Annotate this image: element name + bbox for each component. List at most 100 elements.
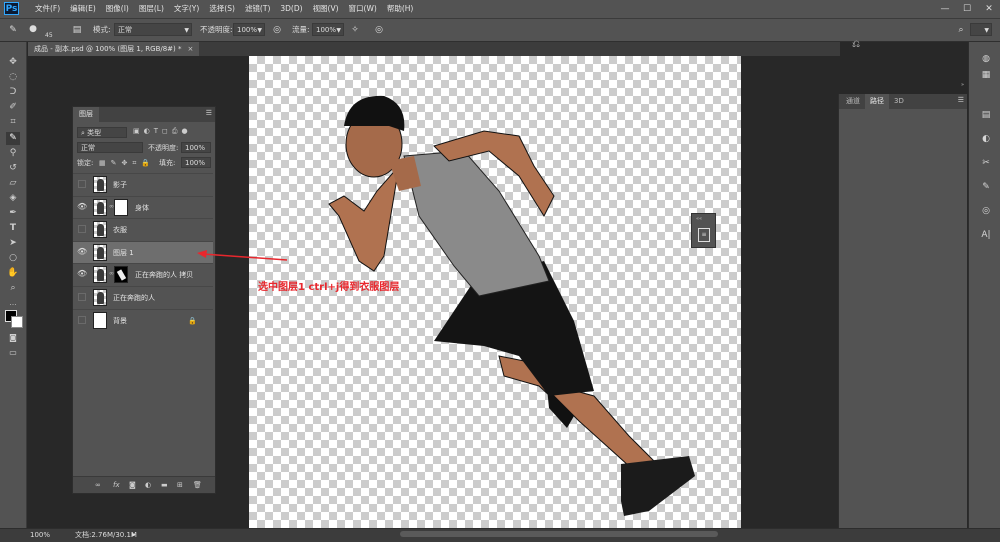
shape-filter-icon[interactable]: ◻ bbox=[162, 127, 168, 138]
blend-mode-select[interactable]: 正常 bbox=[77, 142, 143, 153]
lock-all-icon[interactable]: 🔒 bbox=[141, 157, 150, 169]
type-tool-icon[interactable]: T bbox=[6, 222, 20, 235]
document-info[interactable]: 文档:2.76M/30.1M bbox=[75, 529, 137, 542]
panel-menu-icon[interactable]: ☰ bbox=[206, 109, 212, 117]
menu-item[interactable]: 帮助(H) bbox=[382, 0, 419, 18]
right-panel-tab[interactable]: 通道 bbox=[841, 94, 865, 109]
menu-item[interactable]: 选择(S) bbox=[204, 0, 240, 18]
move-tool-icon[interactable]: ✥ bbox=[6, 56, 20, 69]
character-icon[interactable]: A| bbox=[979, 228, 993, 242]
brush-panel-icon[interactable]: ▤ bbox=[70, 23, 84, 37]
visibility-toggle[interactable] bbox=[78, 225, 86, 234]
horizontal-scrollbar[interactable] bbox=[400, 531, 718, 537]
crop-tool-icon[interactable]: ⌗ bbox=[6, 116, 20, 129]
lock-position-icon[interactable]: ✥ bbox=[122, 157, 128, 169]
background-color-swatch[interactable] bbox=[11, 316, 23, 328]
paint-bucket-tool-icon[interactable]: ◈ bbox=[6, 192, 20, 205]
menu-item[interactable]: 窗口(W) bbox=[344, 0, 382, 18]
clone-source-icon[interactable]: ◎ bbox=[979, 204, 993, 218]
panel-menu-icon[interactable]: ☰ bbox=[958, 96, 964, 104]
layer-mask-thumbnail[interactable] bbox=[114, 266, 128, 284]
menu-item[interactable]: 文件(F) bbox=[30, 0, 65, 18]
zoom-tool-icon[interactable]: ⌕ bbox=[6, 282, 20, 295]
stamp-tool-icon[interactable]: ⚲ bbox=[6, 147, 20, 160]
visibility-toggle[interactable] bbox=[78, 315, 86, 324]
visibility-toggle[interactable] bbox=[78, 180, 86, 188]
layer-mask-thumbnail[interactable] bbox=[114, 198, 128, 216]
maximize-button[interactable]: ☐ bbox=[956, 0, 978, 18]
document-tab[interactable]: 成品 - 副本.psd @ 100% (图层 1, RGB/8#) * × bbox=[28, 42, 200, 56]
folder-icon[interactable]: ▬ bbox=[161, 477, 168, 493]
swatches-icon[interactable]: ▦ bbox=[979, 68, 993, 82]
brushes-icon[interactable]: ✎ bbox=[979, 180, 993, 194]
adjustments-icon[interactable]: ◐ bbox=[979, 132, 993, 146]
menu-item[interactable]: 图层(L) bbox=[134, 0, 169, 18]
airbrush-icon[interactable]: ✧ bbox=[348, 23, 362, 37]
menu-item[interactable]: 3D(D) bbox=[275, 0, 307, 18]
libraries-icon[interactable]: ▤ bbox=[979, 108, 993, 122]
pressure-size-icon[interactable]: ◎ bbox=[372, 23, 386, 37]
quick-select-tool-icon[interactable]: ✐ bbox=[6, 101, 20, 114]
type-filter-icon[interactable]: T bbox=[154, 127, 158, 138]
collapse-icon[interactable]: » bbox=[961, 82, 964, 88]
layer-filter-select[interactable]: ⌕ 类型 bbox=[77, 127, 127, 138]
workspace-select[interactable]: ▼ bbox=[970, 23, 992, 36]
opacity-input[interactable]: 100% ▼ bbox=[233, 23, 265, 36]
filter-toggle-icon[interactable]: ● bbox=[181, 127, 187, 138]
lock-transparency-icon[interactable]: ▦ bbox=[99, 157, 106, 169]
adjustment-filter-icon[interactable]: ◐ bbox=[144, 127, 150, 138]
layer-row[interactable]: 影子 bbox=[73, 173, 213, 196]
history-icon[interactable]: ⎌ bbox=[852, 39, 860, 50]
pixel-filter-icon[interactable]: ▣ bbox=[133, 127, 140, 138]
link-icon[interactable]: ∞ bbox=[95, 477, 101, 493]
path-select-tool-icon[interactable]: ➤ bbox=[6, 237, 20, 250]
menu-item[interactable]: 文字(Y) bbox=[169, 0, 204, 18]
adjustment-icon[interactable]: ◐ bbox=[145, 477, 151, 493]
quick-mask-icon[interactable]: ◙ bbox=[6, 331, 20, 344]
color-icon[interactable]: ◍ bbox=[979, 52, 993, 66]
eraser-tool-icon[interactable]: ▱ bbox=[6, 177, 20, 190]
pressure-opacity-icon[interactable]: ◎ bbox=[270, 23, 284, 37]
brush-tool-icon[interactable]: ✎ bbox=[6, 23, 20, 37]
properties-icon[interactable]: ≡ bbox=[698, 228, 710, 242]
layer-row[interactable]: 👁 ∞ 身体 bbox=[73, 195, 213, 219]
right-panel-tab[interactable]: 3D bbox=[889, 94, 909, 109]
visibility-eye-icon[interactable]: 👁 bbox=[77, 247, 87, 257]
flow-input[interactable]: 100% ▼ bbox=[312, 23, 344, 36]
pen-tool-icon[interactable]: ✒ bbox=[6, 207, 20, 220]
layer-row[interactable]: 衣服 bbox=[73, 218, 213, 241]
new-layer-icon[interactable]: ⊞ bbox=[177, 477, 183, 493]
visibility-eye-icon[interactable]: 👁 bbox=[77, 202, 87, 212]
smart-filter-icon[interactable]: ⎙ bbox=[172, 127, 178, 138]
expand-icon[interactable]: «« bbox=[696, 216, 702, 222]
visibility-toggle[interactable] bbox=[78, 293, 86, 301]
fx-icon[interactable]: fx bbox=[113, 477, 120, 493]
screen-mode-icon[interactable]: ▭ bbox=[6, 346, 20, 359]
collapse-handle[interactable]: » bbox=[840, 82, 968, 92]
history-brush-tool-icon[interactable]: ↺ bbox=[6, 162, 20, 175]
layer-row[interactable]: 👁 图层 1 bbox=[73, 240, 213, 264]
menu-item[interactable]: 编辑(E) bbox=[65, 0, 101, 18]
close-button[interactable]: ✕ bbox=[978, 0, 1000, 18]
menu-item[interactable]: 视图(V) bbox=[308, 0, 344, 18]
layers-tab[interactable]: 图层 bbox=[73, 107, 99, 122]
marquee-tool-icon[interactable]: ◌ bbox=[6, 71, 20, 84]
menu-item[interactable]: 图像(I) bbox=[101, 0, 134, 18]
zoom-level[interactable]: 100% bbox=[30, 529, 50, 542]
right-panel-tab[interactable]: 路径 bbox=[865, 94, 889, 109]
menu-item[interactable]: 滤镜(T) bbox=[240, 0, 275, 18]
lasso-tool-icon[interactable]: ᑐ bbox=[6, 86, 20, 99]
mask-icon[interactable]: ◙ bbox=[129, 477, 136, 493]
minimize-button[interactable]: — bbox=[934, 0, 956, 18]
more-tools-icon[interactable]: … bbox=[6, 297, 20, 310]
layer-row[interactable]: 正在奔跑的人 bbox=[73, 286, 213, 309]
styles-icon[interactable]: ✂ bbox=[979, 156, 993, 170]
brush-preset-picker[interactable]: ● bbox=[26, 22, 40, 36]
close-tab-icon[interactable]: × bbox=[188, 45, 194, 53]
hand-tool-icon[interactable]: ✋ bbox=[6, 267, 20, 280]
brush-tool-button[interactable]: ✎ bbox=[6, 132, 20, 145]
layer-opacity-input[interactable]: 100% bbox=[181, 142, 211, 153]
visibility-eye-icon[interactable]: 👁 bbox=[77, 269, 87, 279]
search-icon[interactable]: ⌕ bbox=[954, 23, 968, 37]
layer-row[interactable]: 👁 ∞ 正在奔跑的人 拷贝 bbox=[73, 263, 213, 286]
